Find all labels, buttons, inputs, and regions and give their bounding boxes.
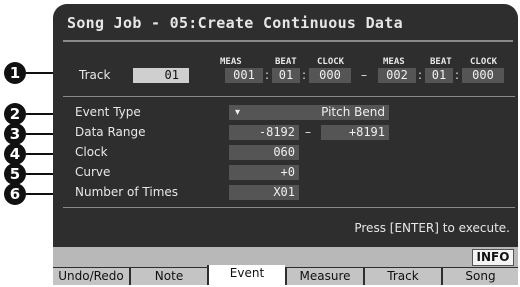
number-of-times-label: Number of Times — [75, 185, 179, 199]
lcd-screen: Song Job - 05:Create Continuous Data MEA… — [53, 4, 518, 285]
start-beat-field[interactable]: 01 — [272, 68, 300, 83]
curve-label: Curve — [75, 165, 111, 179]
callout-3: 3 — [4, 123, 26, 145]
start-meas-field[interactable]: 001 — [225, 68, 263, 83]
end-separator-2: : — [455, 68, 460, 82]
end-meas-header: MEAS — [383, 57, 405, 67]
callout-1: 1 — [4, 62, 26, 84]
range-dash: – — [361, 68, 367, 82]
execute-hint: Press [ENTER] to execute. — [354, 221, 510, 235]
tab-measure[interactable]: Measure — [285, 268, 363, 285]
start-separator-2: : — [302, 68, 307, 82]
track-field[interactable]: 01 — [133, 68, 189, 83]
tab-note[interactable]: Note — [129, 268, 207, 285]
event-type-select[interactable]: ▾ Pitch Bend — [229, 105, 389, 120]
clock-field[interactable]: 060 — [229, 145, 299, 160]
tab-track[interactable]: Track — [363, 268, 441, 285]
data-range-label: Data Range — [75, 125, 146, 139]
start-clock-field[interactable]: 000 — [309, 68, 351, 83]
end-meas-field[interactable]: 002 — [378, 68, 416, 83]
page-title: Song Job - 05:Create Continuous Data — [67, 14, 403, 32]
end-separator-1: : — [418, 68, 423, 82]
title-divider — [63, 40, 513, 42]
track-label: Track — [79, 68, 111, 82]
start-clock-header: CLOCK — [317, 57, 345, 67]
tab-undo-redo[interactable]: Undo/Redo — [53, 268, 129, 285]
event-type-label: Event Type — [75, 105, 141, 119]
callout-2: 2 — [4, 103, 26, 125]
end-clock-field[interactable]: 000 — [462, 68, 504, 83]
data-range-low-field[interactable]: -8192 — [229, 125, 299, 140]
start-meas-header: MEAS — [220, 57, 242, 67]
info-button[interactable]: INFO — [472, 249, 514, 266]
chevron-down-icon: ▾ — [235, 107, 241, 118]
end-clock-header: CLOCK — [470, 57, 498, 67]
end-beat-header: BEAT — [430, 57, 452, 67]
number-of-times-field[interactable]: X01 — [229, 185, 299, 200]
callout-4: 4 — [4, 143, 26, 165]
section-divider-bottom — [63, 207, 515, 208]
data-range-high-field[interactable]: +8191 — [321, 125, 389, 140]
curve-field[interactable]: +0 — [229, 165, 299, 180]
event-type-value: Pitch Bend — [321, 105, 385, 119]
end-beat-field[interactable]: 01 — [425, 68, 453, 83]
tab-song[interactable]: Song — [441, 268, 518, 285]
callout-5: 5 — [4, 163, 26, 185]
section-divider-top — [63, 96, 515, 97]
start-beat-header: BEAT — [275, 57, 297, 67]
callout-6: 6 — [4, 183, 26, 205]
data-range-dash: – — [305, 125, 311, 139]
tab-event[interactable]: Event — [207, 265, 285, 285]
clock-label: Clock — [75, 145, 108, 159]
start-separator-1: : — [265, 68, 270, 82]
info-bar — [53, 247, 518, 267]
